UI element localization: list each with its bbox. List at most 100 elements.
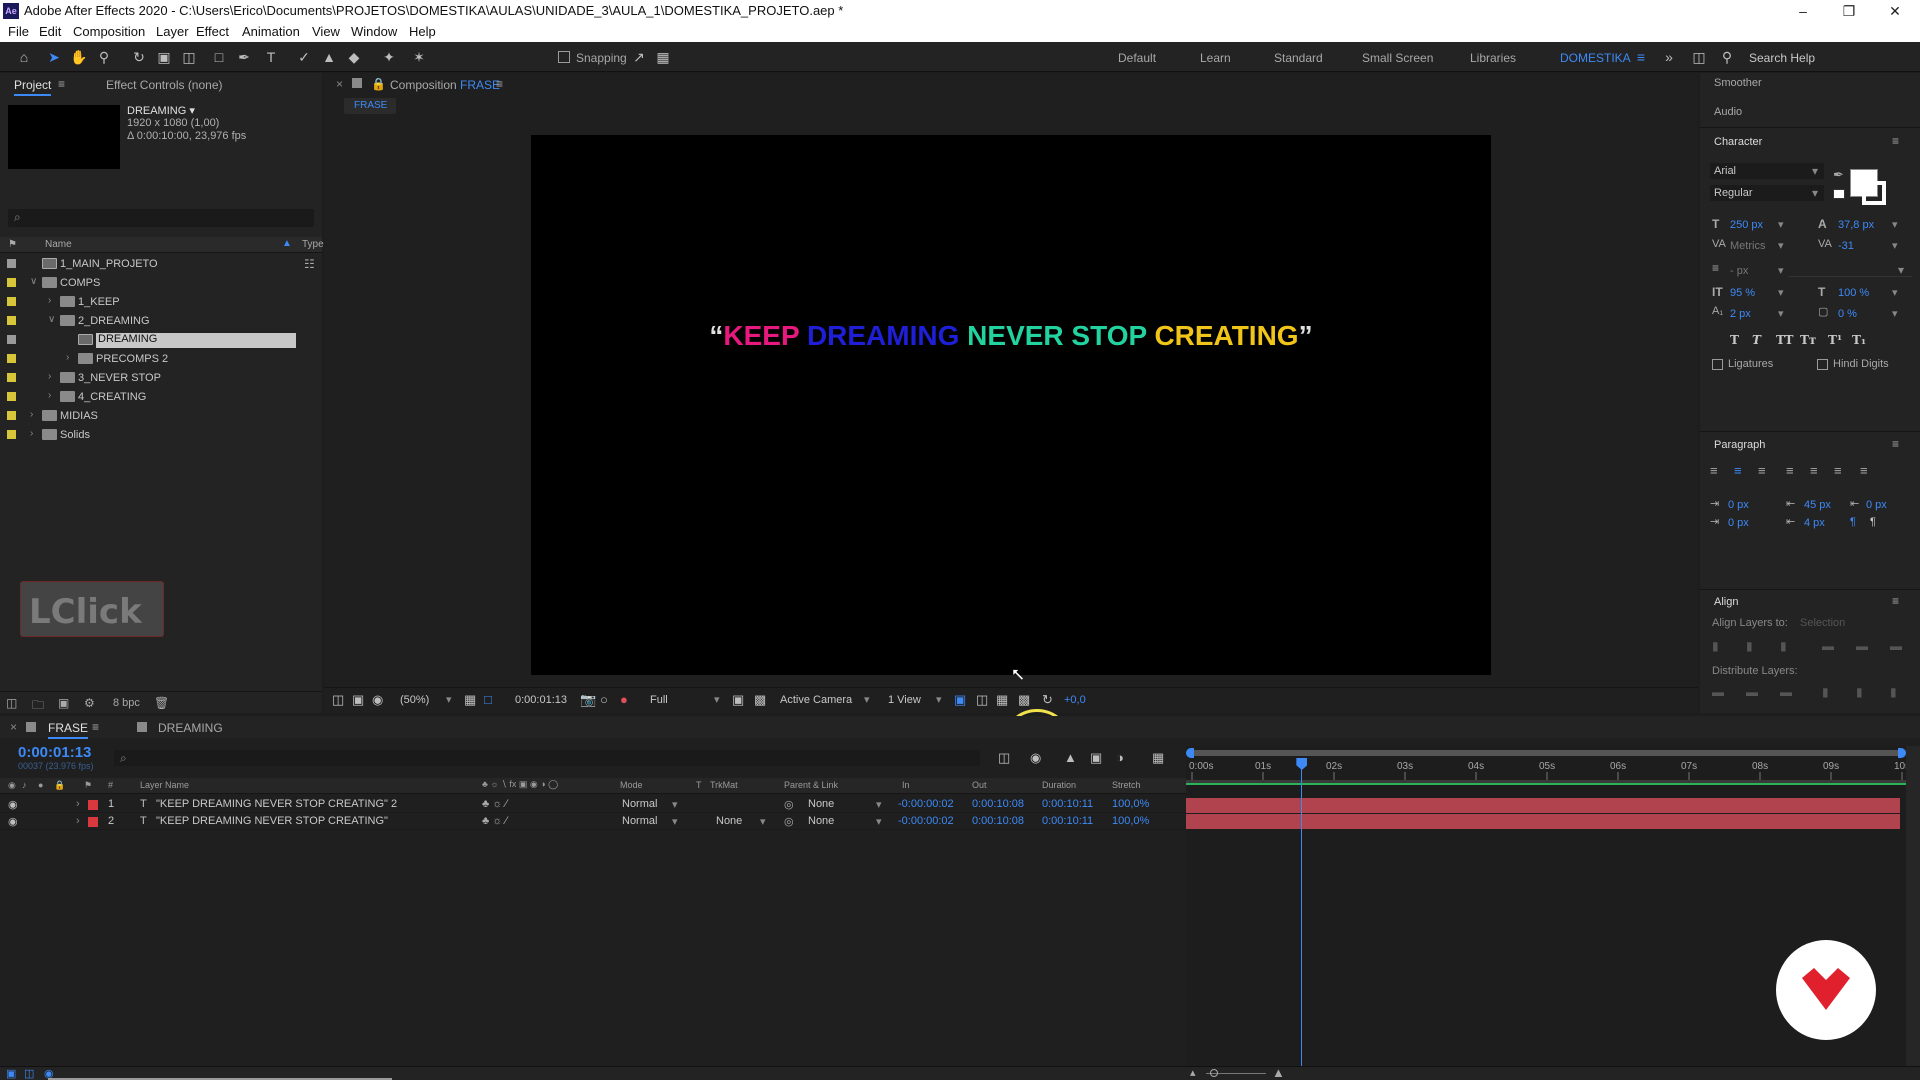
stroke-width-chevron-down-icon[interactable]: ▾: [1778, 264, 1784, 277]
mode-dropdown[interactable]: Normal: [622, 815, 657, 827]
superscript-button[interactable]: T¹: [1828, 333, 1842, 347]
stroke-width-value[interactable]: - px: [1730, 265, 1748, 277]
layer-duration[interactable]: 0:00:10:11: [1042, 815, 1093, 827]
flowchart-view-icon[interactable]: ◫: [976, 692, 988, 708]
search-help-input[interactable]: Search Help: [1749, 51, 1815, 65]
resolution-dropdown[interactable]: Full: [650, 694, 668, 706]
comp-viewer[interactable]: “KEEP DREAMING NEVER STOP CREATING”: [531, 135, 1491, 779]
audio-panel[interactable]: Audio: [1714, 106, 1742, 118]
menu-window[interactable]: Window: [351, 24, 397, 39]
bpc-button[interactable]: 8 bpc: [113, 697, 140, 709]
motion-blur-icon[interactable]: ◑: [1116, 750, 1124, 765]
workspace-menu-icon[interactable]: ≡: [1632, 48, 1650, 66]
tab-effect-controls[interactable]: Effect Controls (none): [106, 78, 223, 92]
distribute-bottom-icon[interactable]: ▬: [1780, 685, 1792, 699]
label-color-swatch[interactable]: [7, 278, 16, 287]
layer-switches-icons[interactable]: ♣ ☼ ∕: [482, 815, 507, 827]
column-type[interactable]: Type: [302, 239, 324, 250]
layer-stretch[interactable]: 100,0%: [1112, 815, 1149, 827]
font-style-dropdown[interactable]: Regular ▾: [1710, 185, 1824, 201]
video-eye-icon[interactable]: ◉: [8, 798, 18, 811]
layer-label-color[interactable]: [88, 800, 98, 810]
out-header[interactable]: Out: [972, 780, 987, 790]
tracking-chevron-down-icon[interactable]: ▾: [1892, 239, 1898, 252]
puppet-tool-icon[interactable]: ✶: [410, 48, 428, 66]
faux-bold-button[interactable]: T: [1730, 333, 1739, 347]
all-caps-button[interactable]: TT: [1776, 333, 1793, 347]
label-color-swatch[interactable]: [7, 354, 16, 363]
trkmat-dropdown[interactable]: None: [716, 815, 742, 827]
align-right-icon[interactable]: ≡: [1758, 463, 1766, 478]
paragraph-menu-icon[interactable]: ≡: [1892, 437, 1899, 451]
comp-panel-menu-icon[interactable]: ≡: [496, 77, 503, 91]
align-bottom-edges-icon[interactable]: ▬: [1890, 639, 1902, 653]
workspace-small-screen[interactable]: Small Screen: [1362, 51, 1433, 65]
solo-toggle-icon[interactable]: ●: [38, 780, 43, 790]
faux-italic-button[interactable]: T: [1752, 333, 1761, 347]
trash-icon[interactable]: 🗑: [154, 696, 169, 710]
resolution-grid-icon[interactable]: ▦: [464, 692, 476, 708]
stroke-style-dropdown[interactable]: ▾: [1788, 263, 1912, 277]
show-snapshot-icon[interactable]: ○: [600, 692, 608, 707]
toggle-transfer-icon[interactable]: ◫: [24, 1067, 34, 1080]
fast-previews-icon[interactable]: ▣: [732, 692, 744, 708]
parent-dropdown[interactable]: None: [808, 798, 834, 810]
stroke-color-swatch[interactable]: [1862, 181, 1886, 205]
current-time[interactable]: 0:00:01:13: [18, 744, 91, 761]
roto-brush-tool-icon[interactable]: ✦: [380, 48, 398, 66]
zoom-out-icon[interactable]: ▴: [1190, 1066, 1196, 1079]
toggle-pixel-aspect-icon[interactable]: ▣: [954, 692, 966, 708]
comp-mini-flowchart-icon[interactable]: ◫: [998, 750, 1010, 766]
distribute-hcenter-icon[interactable]: ▮: [1856, 685, 1863, 699]
align-top-edges-icon[interactable]: ▬: [1822, 639, 1834, 653]
close-timeline-tab-icon[interactable]: ×: [10, 720, 17, 734]
camera-tool-icon[interactable]: ▣: [155, 48, 173, 66]
label-color-swatch[interactable]: [7, 297, 16, 306]
toggle-switches-icon[interactable]: ▣: [6, 1067, 16, 1080]
project-item[interactable]: DREAMING: [0, 331, 320, 350]
label-tag-icon[interactable]: ⚑: [84, 780, 92, 791]
timeline-scrollbar[interactable]: [1906, 746, 1920, 1066]
small-caps-button[interactable]: Tт: [1800, 333, 1816, 347]
tsume-chevron-down-icon[interactable]: ▾: [1892, 307, 1898, 320]
search-icon[interactable]: ⚲: [1718, 48, 1736, 66]
project-item[interactable]: › MIDIAS: [0, 407, 320, 426]
space-after-value[interactable]: 4 px: [1804, 517, 1825, 529]
video-toggle-icon[interactable]: ◉: [8, 780, 16, 791]
distribute-right-icon[interactable]: ▮: [1890, 685, 1897, 699]
ligatures-checkbox[interactable]: [1712, 359, 1723, 370]
parent-dropdown[interactable]: None: [808, 815, 834, 827]
chevron-right-icon[interactable]: ›: [48, 390, 51, 401]
label-color-swatch[interactable]: [7, 335, 16, 344]
chevron-right-icon[interactable]: ›: [48, 295, 51, 306]
font-size-value[interactable]: 250 px: [1730, 219, 1763, 231]
layer-in-point[interactable]: -0:00:00:02: [898, 815, 954, 827]
snap-grid-icon[interactable]: ▦: [654, 48, 672, 66]
parent-chevron-down-icon[interactable]: ▾: [876, 815, 882, 828]
mode-chevron-down-icon[interactable]: ▾: [672, 815, 678, 828]
pickwhip-icon[interactable]: ◎: [784, 815, 794, 828]
menu-effect[interactable]: Effect: [196, 24, 229, 39]
snap-options-icon[interactable]: ↗: [630, 48, 648, 66]
workspace-domestika[interactable]: DOMESTIKA: [1560, 51, 1631, 65]
subscript-button[interactable]: T₁: [1852, 333, 1866, 347]
column-name[interactable]: Name: [45, 239, 72, 250]
close-button[interactable]: ✕: [1872, 0, 1918, 22]
workspace-overflow-icon[interactable]: »: [1660, 48, 1678, 66]
vertical-scale-value[interactable]: 95 %: [1730, 287, 1755, 299]
transparency-grid-icon[interactable]: ▩: [754, 692, 766, 708]
kerning-chevron-down-icon[interactable]: ▾: [1778, 239, 1784, 252]
baseline-shift-value[interactable]: 2 px: [1730, 308, 1751, 320]
minimize-button[interactable]: –: [1780, 0, 1826, 22]
trkmat-chevron-down-icon[interactable]: ▾: [760, 815, 766, 828]
draft-3d-icon[interactable]: ◉: [1030, 750, 1041, 766]
chevron-right-icon[interactable]: ›: [30, 428, 33, 439]
label-column-icon[interactable]: ⚑: [8, 239, 17, 250]
label-color-swatch[interactable]: [7, 373, 16, 382]
work-area-bar[interactable]: [1188, 750, 1904, 756]
menu-view[interactable]: View: [312, 24, 340, 39]
project-panel-menu-icon[interactable]: ≡: [58, 77, 65, 91]
align-layers-to-dropdown[interactable]: Selection: [1800, 617, 1845, 629]
project-item[interactable]: › PRECOMPS 2: [0, 350, 320, 369]
horizontal-scale-chevron-down-icon[interactable]: ▾: [1892, 286, 1898, 299]
